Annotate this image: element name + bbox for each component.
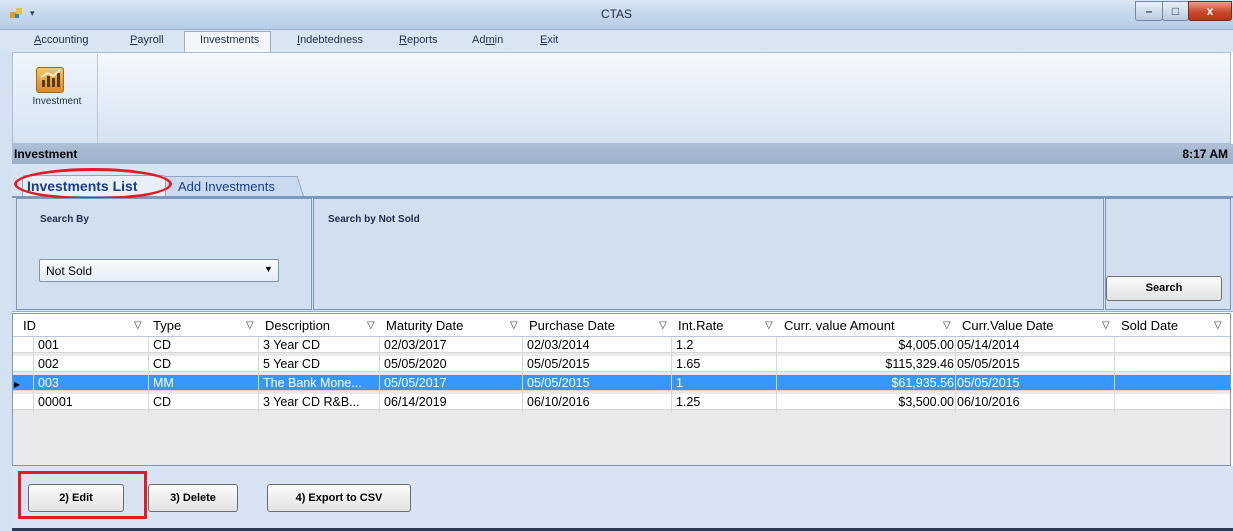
cell-value-date: 06/10/2016 [957, 395, 1020, 409]
column-header-maturity-date[interactable]: Maturity Date [386, 318, 463, 333]
column-divider [258, 337, 259, 413]
cell-maturity-date: 02/03/2017 [384, 338, 447, 352]
column-divider [776, 337, 777, 413]
ribbon-investment-label: Investment [32, 96, 82, 107]
table-row[interactable] [13, 394, 1230, 410]
column-header-amount[interactable]: Curr. value Amount [784, 318, 895, 333]
cell-amount: $4,005.00 [898, 338, 954, 352]
column-divider [955, 337, 956, 413]
cell-type: CD [153, 338, 172, 352]
delete-button[interactable]: 3) Delete [148, 484, 238, 512]
cell-description: The Bank Mone... [263, 376, 362, 390]
investment-chart-icon[interactable] [36, 67, 64, 93]
filter-icon[interactable]: ▽ [765, 320, 773, 331]
left-strip [0, 52, 12, 531]
cell-amount: $115,329.46 [885, 357, 954, 371]
minimize-button[interactable]: – [1135, 1, 1163, 21]
filter-icon[interactable]: ▽ [659, 320, 667, 331]
cell-type: MM [153, 376, 174, 390]
chevron-down-icon[interactable]: ▼ [264, 264, 273, 274]
filter-icon[interactable]: ▽ [943, 320, 951, 331]
cell-int-rate: 1.25 [676, 395, 701, 409]
maximize-button[interactable]: □ [1162, 1, 1189, 21]
highlight-oval [14, 168, 172, 200]
menu-indebtedness[interactable]: Indebtedness [297, 34, 363, 46]
filter-icon[interactable]: ▽ [367, 320, 375, 331]
cell-type: CD [153, 357, 172, 371]
menu-admin[interactable]: Admin [472, 34, 503, 46]
search-criteria-group [313, 198, 1104, 310]
menu-accounting[interactable]: Accounting [34, 34, 88, 46]
cell-maturity-date: 06/14/2019 [384, 395, 447, 409]
column-header-sold-date[interactable]: Sold Date [1121, 318, 1178, 333]
menu-reports[interactable]: Reports [399, 34, 438, 46]
cell-description: 3 Year CD R&B... [263, 395, 360, 409]
filter-icon[interactable]: ▽ [1102, 320, 1110, 331]
cell-amount: $3,500.00 [898, 395, 954, 409]
table-row-selected[interactable] [13, 375, 1230, 391]
export-csv-button[interactable]: 4) Export to CSV [267, 484, 411, 512]
cell-id: 003 [38, 376, 59, 390]
cell-purchase-date: 05/05/2015 [527, 376, 590, 390]
cell-description: 3 Year CD [263, 338, 320, 352]
column-header-value-date[interactable]: Curr.Value Date [962, 318, 1054, 333]
row-header-divider [33, 337, 34, 413]
cell-int-rate: 1.65 [676, 357, 701, 371]
filter-icon[interactable]: ▽ [510, 320, 518, 331]
current-row-indicator-icon: ▶ [14, 380, 21, 389]
cell-value-date: 05/14/2014 [957, 338, 1020, 352]
column-header-type[interactable]: Type [153, 318, 181, 333]
cell-purchase-date: 02/03/2014 [527, 338, 590, 352]
filter-icon[interactable]: ▽ [246, 320, 254, 331]
cell-id: 001 [38, 338, 59, 352]
menu-payroll[interactable]: Payroll [130, 34, 164, 46]
tab-add-investments-label[interactable]: Add Investments [178, 179, 275, 194]
filter-icon[interactable]: ▽ [134, 320, 142, 331]
window-title: CTAS [600, 7, 633, 21]
search-by-select-value[interactable]: Not Sold [46, 264, 92, 278]
search-criteria-label: Search by Not Sold [328, 214, 420, 225]
column-divider [1114, 337, 1115, 413]
header-bar [12, 144, 1233, 164]
close-button[interactable]: x [1188, 1, 1232, 21]
column-divider [148, 337, 149, 413]
cell-purchase-date: 06/10/2016 [527, 395, 590, 409]
cell-type: CD [153, 395, 172, 409]
menu-investments[interactable]: Investments [200, 34, 259, 46]
table-row[interactable] [13, 356, 1230, 372]
cell-amount: $61,935.56 [891, 376, 954, 390]
cell-maturity-date: 05/05/2020 [384, 357, 447, 371]
column-header-id[interactable]: ID [23, 318, 36, 333]
cell-id: 002 [38, 357, 59, 371]
column-divider [522, 337, 523, 413]
cell-value-date: 05/05/2015 [957, 357, 1020, 371]
cell-description: 5 Year CD [263, 357, 320, 371]
clock: 8:17 AM [1182, 147, 1228, 161]
cell-purchase-date: 05/05/2015 [527, 357, 590, 371]
column-divider [671, 337, 672, 413]
page-title: Investment [14, 147, 78, 161]
highlight-rectangle [18, 471, 147, 519]
filter-icon[interactable]: ▽ [1214, 320, 1222, 331]
cell-int-rate: 1 [676, 376, 683, 390]
cell-int-rate: 1.2 [676, 338, 694, 352]
column-header-purchase-date[interactable]: Purchase Date [529, 318, 615, 333]
column-header-description[interactable]: Description [265, 318, 330, 333]
ribbon [12, 52, 1231, 144]
cell-id: 00001 [38, 395, 73, 409]
column-header-int-rate[interactable]: Int.Rate [678, 318, 724, 333]
menu-exit[interactable]: Exit [540, 34, 558, 46]
table-row[interactable] [13, 337, 1230, 353]
column-divider [379, 337, 380, 413]
search-button[interactable]: Search [1106, 276, 1222, 301]
search-by-label: Search By [40, 214, 89, 225]
cell-value-date: 05/05/2015 [957, 376, 1020, 390]
cell-maturity-date: 05/05/2017 [384, 376, 447, 390]
